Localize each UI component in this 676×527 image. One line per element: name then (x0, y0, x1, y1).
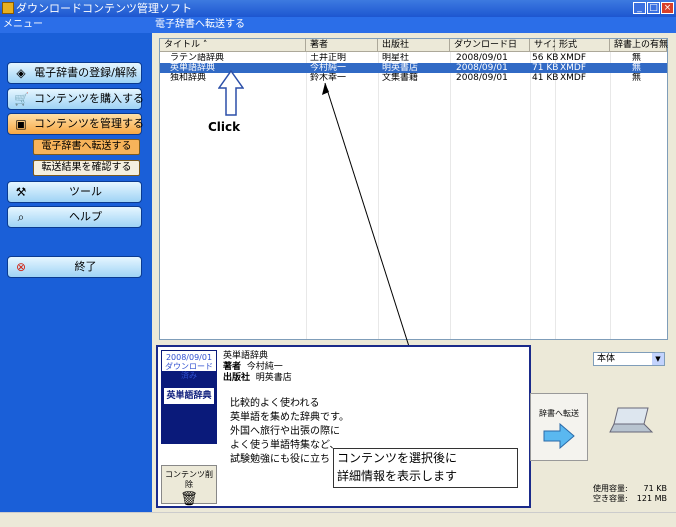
close-icon[interactable]: × (661, 2, 674, 14)
exit-button[interactable]: ⊗ 終了 (7, 256, 142, 278)
cell-exists: 無 (632, 53, 642, 63)
maximize-icon[interactable]: □ (647, 2, 660, 14)
cell-title: 独和辞典 (170, 73, 207, 83)
book-thumbnail: 2008/09/01 ダウンロード済み 英単語辞典 (161, 350, 217, 444)
click-annotation: Click (208, 120, 241, 134)
send-to-dictionary-button[interactable]: 辞書へ転送 (530, 393, 588, 461)
send-label: 辞書へ転送 (539, 409, 579, 418)
sidebar: メニュー ◈ 電子辞書の登録/解除 🛒 コンテンツを購入する ▣ コンテンツを管… (0, 17, 152, 512)
used-label: 使用容量: (593, 484, 628, 493)
free-value: 121 MB (636, 494, 667, 503)
register-dictionary-button[interactable]: ◈ 電子辞書の登録/解除 (7, 62, 142, 84)
cell-title: 英単語辞典 (170, 63, 216, 73)
author-label: 著者 (223, 362, 242, 372)
book-description: 比較的よく使われる 英単語を集めた辞典です。 外国へ旅行や出張の際に よく使う単… (230, 397, 349, 467)
desc-line: 比較的よく使われる (230, 398, 320, 409)
delete-content-button[interactable]: コンテンツ削除 🗑 (161, 465, 217, 507)
sub-transfer-to-dictionary[interactable]: 電子辞書へ転送する (33, 139, 140, 155)
desc-line: 試験勉強にも役に立ち (230, 454, 330, 465)
register-dictionary-label: 電子辞書の登録/解除 (34, 66, 137, 79)
column-divider (610, 52, 611, 339)
page-title: 電子辞書へ転送する (152, 17, 676, 33)
manage-icon: ▣ (15, 117, 27, 131)
minimize-icon[interactable]: _ (633, 2, 646, 14)
thumb-date: 2008/09/01 (165, 353, 213, 362)
column-header-author[interactable]: 著者 (306, 39, 378, 52)
cell-format: XMDF (560, 53, 587, 63)
cell-exists: 無 (632, 63, 642, 73)
purchase-content-label: コンテンツを購入する (34, 92, 144, 105)
column-header-format[interactable]: 形式 (555, 39, 610, 52)
column-header-exists[interactable]: 辞書上の有無 (610, 39, 668, 52)
manage-content-label: コンテンツを管理する (34, 117, 144, 130)
desc-line: 外国へ旅行や出張の際に (230, 426, 340, 437)
desc-line: 英単語を集めた辞典です。 (230, 412, 349, 423)
publisher-label: 出版社 (223, 373, 251, 383)
storage-usage: 使用容量: 71 KB 空き容量: 121 MB (593, 484, 667, 504)
sub-check-transfer-result[interactable]: 転送結果を確認する (33, 160, 140, 176)
cell-format: XMDF (560, 73, 587, 83)
magnifier-icon: ⌕ (17, 210, 25, 224)
device-select[interactable]: 本体 ▼ (593, 352, 665, 366)
dictionary-icon: ◈ (16, 66, 26, 80)
device-select-value: 本体 (597, 354, 616, 364)
help-label: ヘルプ (69, 210, 102, 223)
column-divider (555, 52, 556, 339)
column-header-title[interactable]: タイトル ˄ (160, 39, 306, 52)
cell-author: 今村純一 (310, 63, 347, 73)
sidebar-header: メニュー (0, 17, 152, 33)
thumb-header: 2008/09/01 ダウンロード済み (161, 350, 217, 380)
column-divider (530, 52, 531, 339)
status-bar (0, 512, 676, 527)
cart-icon: 🛒 (14, 92, 29, 106)
table-row[interactable]: ラテン語辞典 土井正明 明星社 2008/09/01 56 KB XMDF 無 (160, 53, 667, 63)
desc-line: よく使う単語特集など、 (230, 440, 340, 451)
trash-icon: 🗑 (180, 491, 198, 507)
title-bar: ダウンロードコンテンツ管理ソフト _ □ × (0, 0, 676, 17)
window-title: ダウンロードコンテンツ管理ソフト (16, 2, 192, 15)
column-header-size[interactable]: サイズ (530, 39, 561, 52)
book-info: 英単語辞典 著者 今村純一 出版社 明英書店 (223, 351, 292, 384)
cell-size: 56 KB (532, 53, 559, 63)
cell-format: XMDF (560, 63, 587, 73)
column-header-date[interactable]: ダウンロード日 (450, 39, 530, 52)
help-button[interactable]: ⌕ ヘルプ (7, 206, 142, 228)
book-title: 英単語辞典 (223, 351, 269, 361)
up-arrow-icon (218, 70, 244, 116)
tools-label: ツール (69, 185, 102, 198)
callout-line: コンテンツを選択後に (337, 451, 458, 465)
tools-icon: ⚒ (15, 185, 27, 199)
cell-exists: 無 (632, 73, 642, 83)
cell-publisher: 明星社 (382, 53, 410, 63)
column-divider (306, 52, 307, 339)
manage-content-button[interactable]: ▣ コンテンツを管理する (7, 113, 144, 135)
callout-box: コンテンツを選択後に 詳細情報を表示します (333, 448, 518, 488)
right-arrow-icon (543, 422, 575, 450)
thumb-title: 英単語辞典 (164, 388, 214, 404)
delete-content-label: コンテンツ削除 (165, 470, 213, 489)
author-value: 今村純一 (246, 362, 283, 372)
cell-date: 2008/09/01 (456, 53, 508, 63)
chevron-down-icon[interactable]: ▼ (652, 353, 664, 365)
used-value: 71 KB (643, 484, 667, 493)
cell-title: ラテン語辞典 (170, 53, 225, 63)
laptop-icon (609, 407, 654, 433)
tools-button[interactable]: ⚒ ツール (7, 181, 142, 203)
cell-size: 41 KB (532, 73, 559, 83)
cell-date: 2008/09/01 (456, 63, 508, 73)
callout-line: 詳細情報を表示します (337, 469, 458, 483)
free-label: 空き容量: (593, 494, 628, 503)
publisher-value: 明英書店 (255, 373, 292, 383)
exit-icon: ⊗ (15, 260, 27, 274)
cell-date: 2008/09/01 (456, 73, 508, 83)
thumb-status: ダウンロード済み (165, 362, 213, 380)
app-icon (2, 2, 14, 14)
cell-author: 土井正明 (310, 53, 347, 63)
column-header-publisher[interactable]: 出版社 (378, 39, 450, 52)
purchase-content-button[interactable]: 🛒 コンテンツを購入する (7, 88, 144, 110)
column-divider (450, 52, 451, 339)
cell-size: 71 KB (532, 63, 559, 73)
cell-publisher: 明英書店 (382, 63, 419, 73)
exit-label: 終了 (74, 260, 97, 273)
